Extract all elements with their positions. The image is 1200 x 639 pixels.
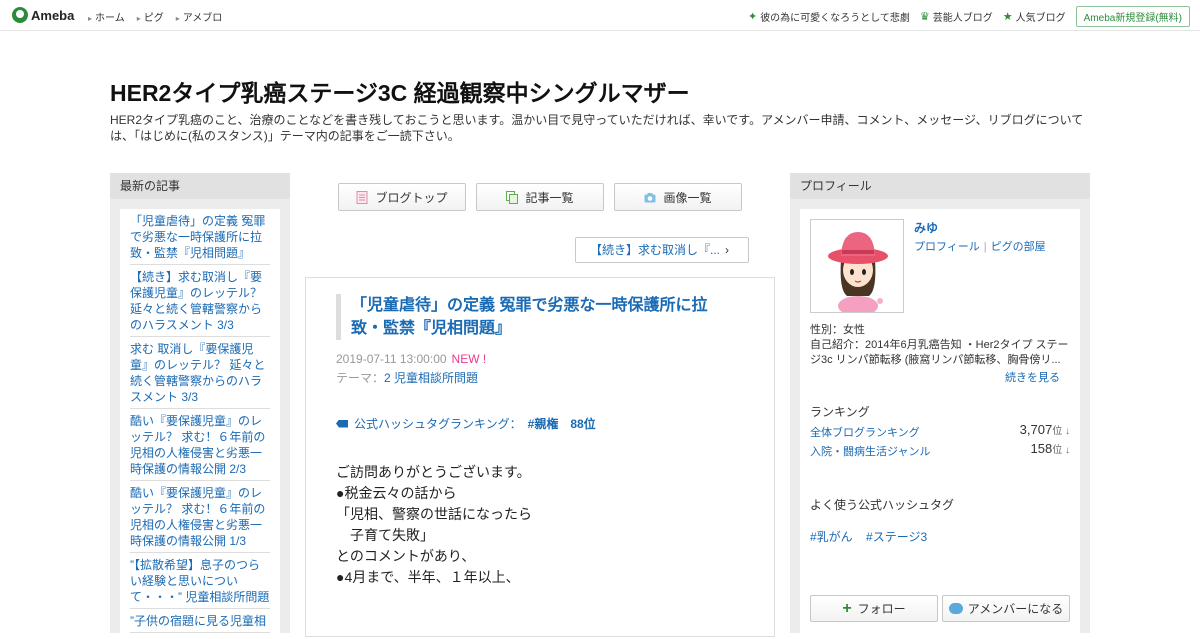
recent-articles-list: 「児童虐待」の定義 冤罪で劣悪な一時保護所に拉致・監禁『児相問題』 【続き】求む… <box>120 209 280 639</box>
recent-article-item[interactable]: 「児童虐待」の定義 冤罪で劣悪な一時保護所に拉致・監禁『児相問題』 <box>130 209 270 265</box>
body-line: 「児相、警察の世話になったら <box>336 506 532 522</box>
amember-button[interactable]: アメンバーになる <box>942 595 1070 622</box>
body-line: ●4月まで、半年、１年以上、 <box>336 569 520 585</box>
ranking-heading: ランキング <box>810 405 870 419</box>
avatar-illustration <box>811 220 903 312</box>
ranking-value: 158位 ↓ <box>1030 441 1070 456</box>
hashtag-rank: #親権 88位 <box>527 417 596 431</box>
profile-info: 性別：女性 自己紹介：2014年6月乳癌告知 ・Her2タイプ ステージ3c リ… <box>810 323 1072 368</box>
top-nav-pigg[interactable]: ピグ <box>137 9 164 24</box>
body-line: ご訪問ありがとうございます。 <box>336 464 531 480</box>
sparkle-icon: ✦ <box>747 11 758 23</box>
recent-article-item[interactable]: 酷い『要保護児童』のレッテル？ 求む！６年前の児相の人権侵害と劣悪一時保護の情報… <box>130 481 270 553</box>
profile-links: プロフィール | ピグの部屋 <box>914 238 1046 254</box>
top-nav-home[interactable]: ホーム <box>88 9 125 24</box>
article-date: 2019-07-11 13:00:00 NEW ! <box>336 352 487 366</box>
profile-sidebar: プロフィール みゆ プロフィール | ピグの部屋 性別：女性 自己紹介：2014年6… <box>790 173 1090 639</box>
profile-intro: 自己紹介：2014年6月乳癌告知 ・Her2タイプ ステージ3c リンパ節転移 … <box>810 339 1069 366</box>
ranking-label[interactable]: 入院・闘病生活ジャンル <box>810 446 930 458</box>
chat-icon <box>948 603 963 614</box>
divider: | <box>983 241 987 253</box>
body-line: とのコメントがあり、 <box>336 548 476 564</box>
article-theme: テーマ：2 児童相談所問題 <box>336 371 479 385</box>
copy-icon <box>506 190 519 204</box>
recent-article-item[interactable]: 酷い『要保護児童』のレッテル？ 求む！６年前の児相の人権侵害と劣悪一時保護の情報… <box>130 409 270 481</box>
register-button[interactable]: Ameba新規登録(無料) <box>1075 6 1190 27</box>
recent-articles-sidebar: 最新の記事 「児童虐待」の定義 冤罪で劣悪な一時保護所に拉致・監禁『児相問題』 … <box>110 173 290 639</box>
blog-nav-buttons: ブログトップ 記事一覧 画像一覧 <box>338 183 752 211</box>
profile-name[interactable]: みゆ <box>914 219 938 236</box>
profile-gender: 性別：女性 <box>810 324 865 336</box>
ranking-value: 3,707位 ↓ <box>1019 422 1070 437</box>
article: 「児童虐待」の定義 冤罪で劣悪な一時保護所に拉致・監禁『児相問題』 2019-0… <box>305 277 775 637</box>
hashtag-link[interactable]: #乳がん <box>810 530 853 544</box>
pigg-room-link[interactable]: ピグの部屋 <box>991 241 1046 253</box>
hashtag-list: #乳がん #ステージ3 <box>810 528 937 545</box>
new-badge: NEW ! <box>451 352 487 366</box>
blog-title[interactable]: HER2タイプ乳癌ステージ3C 経過観察中シングルマザー <box>110 74 690 108</box>
top-nav: ホーム ピグ アメブロ <box>88 9 234 24</box>
avatar[interactable] <box>810 219 904 313</box>
hashtag-ranking[interactable]: 公式ハッシュタグランキング： #親権 88位 <box>336 415 596 432</box>
hashtag-link[interactable]: #ステージ3 <box>866 530 927 544</box>
plus-icon: + <box>842 599 852 617</box>
recent-articles-heading: 最新の記事 <box>110 173 290 199</box>
follow-button[interactable]: + フォロー <box>810 595 938 622</box>
ameba-logo-icon <box>12 7 28 23</box>
article-list-button[interactable]: 記事一覧 <box>476 183 604 211</box>
recent-article-item[interactable]: ”【拡散希望】息子のつらい経験と思いについて・・・” 児童相談所問題 <box>130 553 270 609</box>
recent-article-item[interactable]: 【続き】求む取消し『要保護児童』のレッテル？ 延々と続く管轄警察からのハラスメン… <box>130 265 270 337</box>
logo-text: Ameba <box>31 7 75 23</box>
popular-blog-link[interactable]: ★ 人気ブログ <box>1003 9 1066 24</box>
read-more-link[interactable]: 続きを見る <box>1005 369 1060 385</box>
ameba-logo[interactable]: Ameba <box>12 7 74 23</box>
camera-icon <box>644 192 656 202</box>
blog-description: HER2タイプ乳癌のこと、治療のことなどを書き残しておこうと思います。温かい目で… <box>110 113 1084 143</box>
next-article-button[interactable]: 【続き】求む取消し『... › <box>575 237 749 263</box>
top-right-links: ✦ 彼の為に可愛くなろうとして悲劇 ♛ 芸能人ブログ ★ 人気ブログ Ameba新規登… <box>738 6 1190 27</box>
recent-article-item[interactable]: ”子供の宿題に見る児童相 <box>130 609 270 633</box>
top-bar: Ameba ホーム ピグ アメブロ ✦彼の為に可愛くなろうとして悲劇 ♛芸能人ブ… <box>0 0 1200 31</box>
recent-article-item[interactable]: 求む 取消し『要保護児童』のレッテル？ 延々と続く管轄警察からのハラスメント 3… <box>130 337 270 409</box>
blog-top-button[interactable]: ブログトップ <box>338 183 466 211</box>
profile-heading: プロフィール <box>790 173 1090 199</box>
theme-link[interactable]: 2 児童相談所問題 <box>384 371 478 385</box>
star-icon: ★ <box>1002 11 1013 23</box>
trending-article-link[interactable]: ✦ 彼の為に可愛くなろうとして悲劇 <box>748 9 910 24</box>
crown-icon: ♛ <box>919 11 930 23</box>
body-line: ●税金云々の話から <box>336 485 457 501</box>
chevron-right-icon: › <box>725 243 730 257</box>
article-body: ご訪問ありがとうございます。 ●税金云々の話から 「児相、警察の世話になったら … <box>336 462 532 588</box>
article-title[interactable]: 「児童虐待」の定義 冤罪で劣悪な一時保護所に拉致・監禁『児相問題』 <box>336 294 716 340</box>
document-icon <box>356 190 368 204</box>
celebrity-blog-link[interactable]: ♛ 芸能人ブログ <box>920 9 993 24</box>
ranking-row-overall: 全体ブログランキング 3,707位 ↓ <box>810 422 1070 440</box>
hashtags-heading: よく使う公式ハッシュタグ <box>810 498 955 512</box>
body-line: 子育て失敗」 <box>336 527 434 543</box>
tag-icon <box>336 419 348 428</box>
top-nav-ameblo[interactable]: アメブロ <box>176 9 223 24</box>
ranking-label[interactable]: 全体ブログランキング <box>810 427 920 439</box>
profile-box: みゆ プロフィール | ピグの部屋 性別：女性 自己紹介：2014年6月乳癌告知 ・… <box>800 209 1080 639</box>
profile-link[interactable]: プロフィール <box>914 241 980 253</box>
ranking-row-genre: 入院・闘病生活ジャンル 158位 ↓ <box>810 441 1070 459</box>
image-list-button[interactable]: 画像一覧 <box>614 183 742 211</box>
